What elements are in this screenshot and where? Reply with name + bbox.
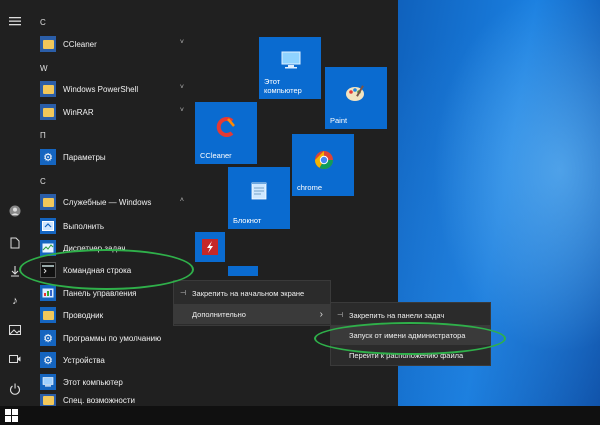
documents-icon[interactable]	[8, 236, 22, 250]
computer-icon	[40, 374, 56, 390]
tile-notepad[interactable]: Блокнот	[228, 167, 290, 229]
chrome-icon	[315, 151, 333, 170]
gear-icon: ⚙	[40, 352, 56, 368]
videos-icon[interactable]	[8, 352, 22, 366]
power-icon[interactable]	[8, 382, 22, 396]
app-item-accessibility[interactable]: Спец. возможности	[40, 394, 190, 406]
chevron-right-icon: ›	[319, 308, 323, 320]
gear-icon: ⚙	[40, 330, 56, 346]
app-item-this-pc[interactable]: Этот компьютер	[40, 372, 190, 392]
pin-icon: ⊣	[336, 312, 344, 319]
computer-icon	[281, 51, 301, 69]
tile-chrome[interactable]: chrome	[292, 134, 354, 196]
tile-this-pc[interactable]: Этот компьютер	[259, 37, 321, 99]
ccleaner-icon	[216, 117, 235, 137]
windows-start-icon[interactable]	[5, 409, 18, 422]
app-item-explorer[interactable]: Проводник	[40, 305, 190, 325]
folder-icon	[40, 394, 56, 406]
folder-icon	[40, 81, 56, 97]
flash-icon	[202, 239, 218, 255]
pin-icon: ⊣	[179, 290, 187, 297]
app-item-devices[interactable]: ⚙ Устройства	[40, 350, 190, 370]
highlight-ellipse-cmd	[19, 249, 194, 290]
app-item-powershell[interactable]: Windows PowerShell ˅	[40, 79, 190, 99]
app-item-windows-tools[interactable]: Служебные — Windows ˄	[40, 192, 190, 212]
folder-icon	[40, 36, 56, 52]
control-panel-icon	[40, 285, 56, 301]
gear-icon: ⚙	[40, 149, 56, 165]
tile-paint[interactable]: Paint	[325, 67, 387, 129]
user-avatar-icon[interactable]	[8, 204, 22, 218]
chevron-up-icon: ˄	[179, 197, 184, 204]
paint-icon	[346, 85, 364, 101]
run-icon	[40, 218, 56, 234]
notepad-icon	[251, 182, 267, 200]
group-header-s[interactable]: С	[40, 177, 46, 186]
folder-icon	[40, 194, 56, 210]
app-item-run[interactable]: Выполнить	[40, 216, 190, 236]
chevron-down-icon: ˅	[179, 84, 184, 91]
highlight-ellipse-admin	[314, 322, 506, 355]
start-rail: ♪	[0, 0, 30, 406]
menu-item-pin-start[interactable]: ⊣ Закрепить на начальном экране	[174, 283, 330, 303]
tile-partial[interactable]	[228, 266, 258, 276]
pictures-icon[interactable]	[8, 323, 22, 337]
explorer-icon	[40, 307, 56, 323]
tile-ccleaner[interactable]: CCleaner	[195, 102, 257, 164]
group-header-p[interactable]: П	[40, 131, 46, 140]
group-header-c[interactable]: C	[40, 18, 46, 27]
menu-item-more[interactable]: Дополнительно ›	[174, 304, 330, 324]
app-item-default-programs[interactable]: ⚙ Программы по умолчанию	[40, 328, 190, 348]
chevron-down-icon: ˅	[179, 107, 184, 114]
tile-flash[interactable]	[195, 232, 225, 262]
taskbar	[0, 406, 600, 425]
app-item-settings[interactable]: ⚙ Параметры	[40, 147, 190, 167]
hamburger-menu-icon[interactable]	[8, 14, 22, 28]
context-menu-primary: ⊣ Закрепить на начальном экране Дополнит…	[173, 280, 331, 326]
app-item-ccleaner[interactable]: CCleaner ˅	[40, 34, 190, 54]
app-list: C CCleaner ˅ W Windows PowerShell ˅ WinR…	[30, 0, 190, 406]
chevron-down-icon: ˅	[179, 39, 184, 46]
music-icon[interactable]: ♪	[8, 294, 22, 308]
app-item-winrar[interactable]: WinRAR ˅	[40, 102, 190, 122]
group-header-w[interactable]: W	[40, 64, 48, 73]
folder-icon	[40, 104, 56, 120]
